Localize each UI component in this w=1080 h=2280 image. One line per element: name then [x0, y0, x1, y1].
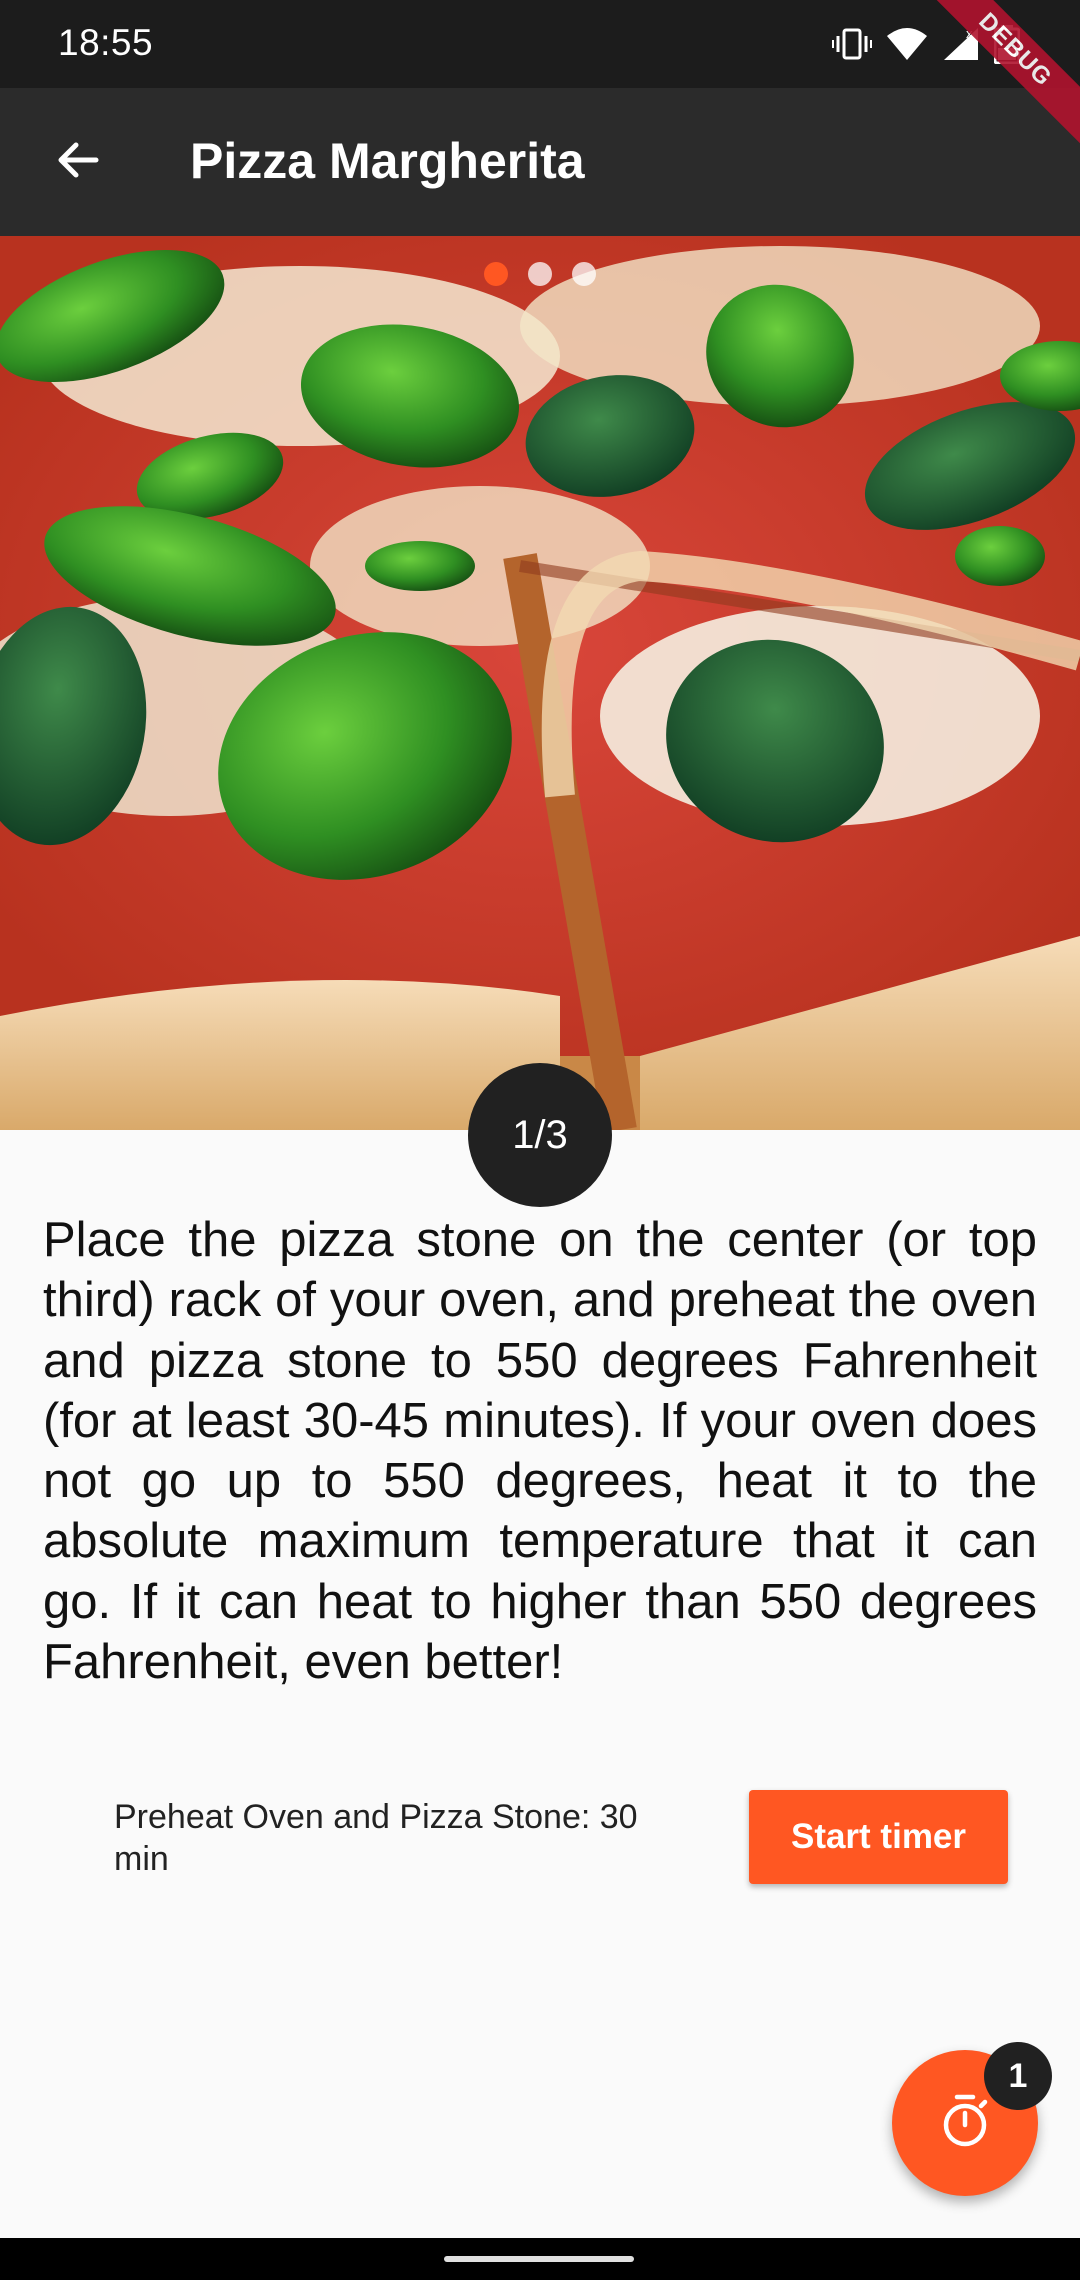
- step-timer-row: Preheat Oven and Pizza Stone: 30 min Sta…: [0, 1790, 1080, 1890]
- pager-dot-3[interactable]: [572, 262, 596, 286]
- arrow-back-icon: [54, 136, 102, 189]
- home-indicator[interactable]: [444, 2256, 634, 2262]
- page-title: Pizza Margherita: [190, 133, 585, 189]
- back-button[interactable]: [40, 124, 116, 200]
- status-bar: 18:55 x: [0, 0, 1080, 88]
- wifi-icon: [886, 26, 928, 62]
- timer-label: Preheat Oven and Pizza Stone: 30 min: [114, 1798, 638, 1878]
- start-timer-button[interactable]: Start timer: [749, 1790, 1008, 1884]
- step-counter-badge: 1/3: [468, 1063, 612, 1207]
- pager-dot-1[interactable]: [484, 262, 508, 286]
- status-time: 18:55: [58, 22, 154, 63]
- active-timers-badge: 1: [984, 2042, 1052, 2110]
- carousel-pager: [0, 262, 1080, 286]
- step-instruction-text: Place the pizza stone on the center (or …: [43, 1213, 1037, 1690]
- pager-dot-2[interactable]: [528, 262, 552, 286]
- app-bar: Pizza Margherita: [0, 88, 1080, 236]
- pizza-margherita-photo: [0, 236, 1080, 1130]
- vibrate-icon: [832, 26, 872, 62]
- step-image-carousel[interactable]: [0, 236, 1080, 1130]
- timer-icon: [935, 2091, 995, 2156]
- system-nav-bar: [0, 2238, 1080, 2280]
- recipe-step-screen: 18:55 x: [0, 0, 1080, 2280]
